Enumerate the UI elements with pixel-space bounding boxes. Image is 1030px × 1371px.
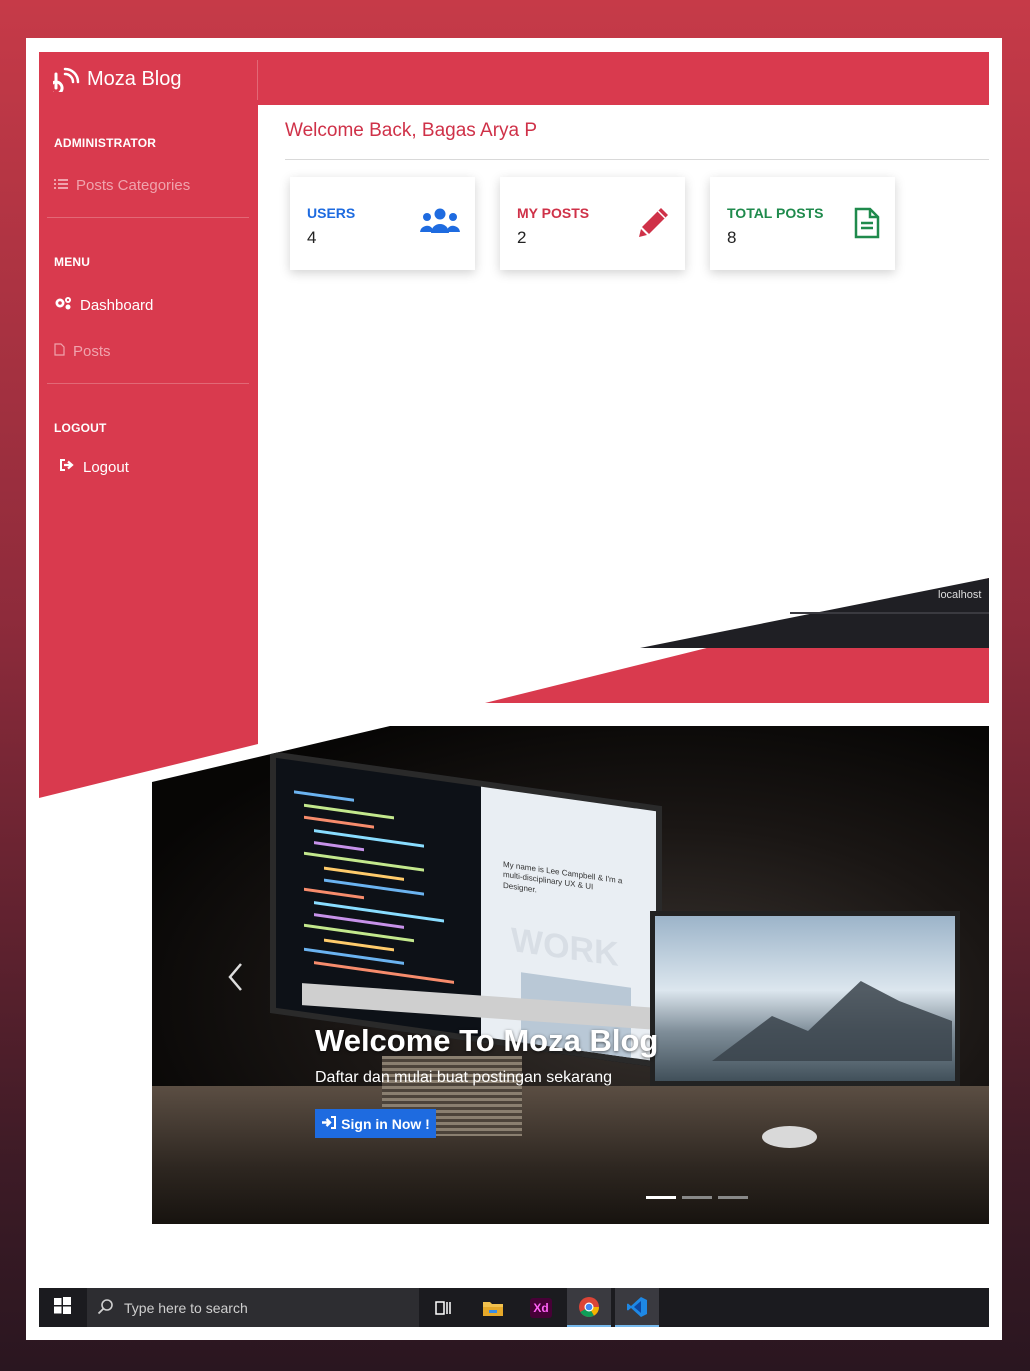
sidebar-item-posts[interactable]: Posts xyxy=(54,343,111,360)
sidebar-item-logout[interactable]: Logout xyxy=(59,458,129,476)
hero-title: Welcome To Moza Blog xyxy=(315,1023,659,1058)
document-icon xyxy=(854,207,880,244)
file-explorer-icon[interactable] xyxy=(471,1288,515,1327)
start-button[interactable] xyxy=(39,1288,85,1327)
sidebar-divider xyxy=(47,217,249,218)
adobe-xd-icon[interactable]: Xd xyxy=(519,1288,563,1327)
sidebar-item-dashboard[interactable]: Dashboard xyxy=(54,296,153,314)
brand[interactable]: Moza Blog xyxy=(53,64,182,94)
screen-heading: WORK xyxy=(511,920,619,975)
stat-card-total-posts[interactable]: TOTAL POSTS 8 xyxy=(710,177,895,270)
card-value: 8 xyxy=(727,228,737,247)
sidebar-item-label: Logout xyxy=(83,458,129,476)
pencil-icon xyxy=(637,205,671,244)
file-icon xyxy=(54,343,65,360)
users-icon xyxy=(420,207,460,242)
gears-icon xyxy=(54,296,72,314)
sidebar-divider xyxy=(47,383,249,384)
task-view-icon[interactable] xyxy=(422,1288,466,1327)
desk-surface xyxy=(152,1086,989,1224)
vscode-icon[interactable] xyxy=(615,1288,659,1327)
card-label: USERS xyxy=(307,205,356,221)
sidebar-heading-menu: MENU xyxy=(54,255,91,269)
sign-in-icon xyxy=(321,1115,337,1132)
brand-name: Moza Blog xyxy=(87,67,182,90)
sign-in-button[interactable]: Sign in Now ! xyxy=(315,1109,436,1138)
sidebar-item-label: Posts Categories xyxy=(76,177,191,194)
mouse-image xyxy=(762,1126,817,1148)
card-value: 2 xyxy=(517,228,527,247)
browser-tab-divider xyxy=(790,612,989,614)
carousel-indicator[interactable] xyxy=(646,1196,676,1199)
list-icon xyxy=(54,177,68,194)
card-value: 4 xyxy=(307,228,317,247)
brand-logo-icon xyxy=(53,66,81,92)
sidebar-heading-logout: LOGOUT xyxy=(54,421,107,435)
carousel-indicator[interactable] xyxy=(718,1196,748,1199)
sidebar-heading-administrator: ADMINISTRATOR xyxy=(54,136,157,150)
card-label: MY POSTS xyxy=(517,205,590,221)
stat-card-my-posts[interactable]: MY POSTS 2 xyxy=(500,177,685,270)
sidebar-item-label: Posts xyxy=(73,343,111,360)
hero-carousel: My name is Lee Campbell & I'm a multi-di… xyxy=(152,726,989,1224)
screen-text: My name is Lee Campbell & I'm a multi-di… xyxy=(503,859,623,895)
card-label: TOTAL POSTS xyxy=(727,205,824,221)
carousel-indicator[interactable] xyxy=(682,1196,712,1199)
sidebar: Moza Blog ADMINISTRATOR Posts Categories… xyxy=(39,52,258,798)
search-placeholder: Type here to search xyxy=(124,1299,248,1316)
carousel-prev-arrow-icon[interactable] xyxy=(224,960,248,994)
browser-tab-title[interactable]: localhost xyxy=(938,589,981,601)
welcome-divider xyxy=(285,159,989,160)
sign-out-icon xyxy=(59,458,75,476)
brand-separator xyxy=(257,60,258,100)
stat-card-users[interactable]: USERS 4 xyxy=(290,177,475,270)
chrome-icon[interactable] xyxy=(567,1288,611,1327)
windows-taskbar: Type here to search Xd xyxy=(39,1288,989,1327)
xd-label: Xd xyxy=(530,1297,552,1318)
sidebar-item-posts-categories[interactable]: Posts Categories xyxy=(54,177,190,194)
top-navbar xyxy=(258,52,989,105)
carousel-indicators xyxy=(646,1196,748,1199)
windows-logo-icon xyxy=(53,1296,71,1319)
search-icon xyxy=(97,1298,114,1318)
sign-in-label: Sign in Now ! xyxy=(341,1115,430,1132)
hero-subtitle: Daftar dan mulai buat postingan sekarang xyxy=(315,1069,613,1086)
sidebar-item-label: Dashboard xyxy=(80,296,154,314)
welcome-title: Welcome Back, Bagas Arya P xyxy=(285,120,538,141)
taskbar-search-box[interactable]: Type here to search xyxy=(87,1288,419,1327)
